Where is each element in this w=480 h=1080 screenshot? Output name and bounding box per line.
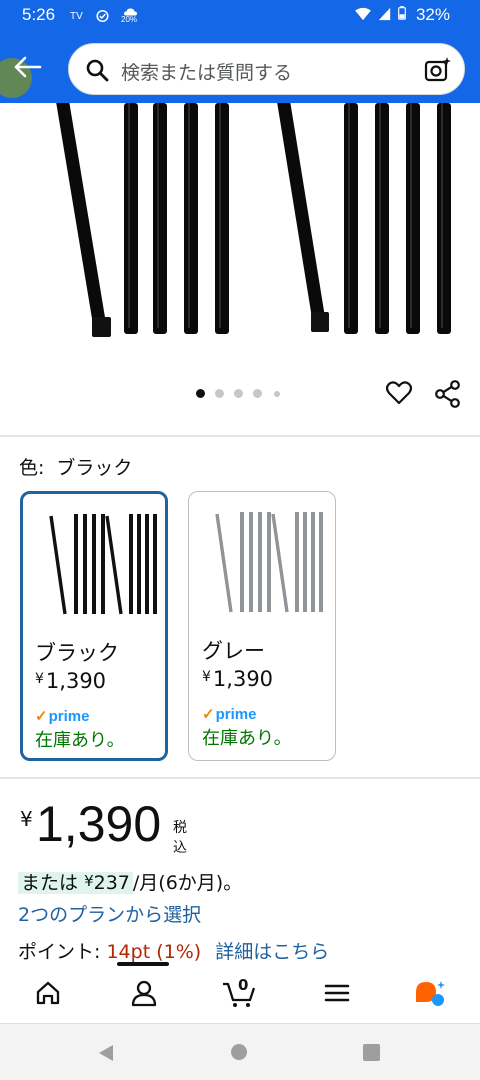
carousel-dot[interactable] <box>253 389 262 398</box>
battery-icon <box>398 6 406 20</box>
price-yen: ¥ <box>20 807 33 831</box>
carousel-dot[interactable] <box>196 389 205 398</box>
points-label: ポイント: <box>18 941 101 963</box>
installment-amount: 237 <box>93 872 130 894</box>
variation-price: ¥1,390 <box>35 669 106 693</box>
gray-poles-thumbnail <box>215 512 323 613</box>
signal-icon <box>378 7 391 21</box>
plans-link[interactable]: 2つのプランから選択 <box>18 900 201 927</box>
prime-badge: ✓prime <box>35 707 89 725</box>
cart-count: 0 <box>238 976 249 994</box>
home-icon[interactable] <box>33 978 63 1008</box>
arrow-left-icon[interactable] <box>10 52 44 82</box>
color-label-key: 色: <box>19 457 45 479</box>
prime-badge: ✓prime <box>202 705 256 723</box>
carousel-dot[interactable] <box>234 389 243 398</box>
tent-poles-image <box>56 103 451 337</box>
variation-name: ブラック <box>35 641 119 665</box>
stock-status: 在庫あり。 <box>202 728 292 749</box>
home-circle-icon[interactable] <box>229 1042 249 1062</box>
assistant-icon[interactable] <box>414 978 448 1008</box>
points-details-link[interactable]: 詳細はこちら <box>215 941 329 963</box>
account-icon[interactable] <box>129 978 159 1008</box>
status-small-label: 20% <box>121 15 138 24</box>
active-nav-indicator <box>117 962 169 966</box>
prime-check-icon: ✓ <box>35 708 48 725</box>
share-icon[interactable] <box>434 380 462 408</box>
variation-name: グレー <box>202 639 265 663</box>
variation-price-yen: ¥ <box>202 669 211 685</box>
menu-icon[interactable] <box>322 978 352 1008</box>
variation-price-amount: 1,390 <box>45 669 107 693</box>
installment-prefix: または <box>21 872 79 894</box>
installment-yen: ¥ <box>84 872 94 890</box>
points-value: 14pt <box>106 941 151 963</box>
tax-label: 税込 <box>173 820 187 856</box>
prime-label: prime <box>215 706 257 723</box>
search-icon <box>86 59 109 82</box>
system-nav-bar <box>0 1024 480 1080</box>
variation-price-amount: 1,390 <box>212 667 274 691</box>
check-circle-icon <box>96 9 109 23</box>
product-image[interactable] <box>0 103 480 423</box>
variation-price: ¥1,390 <box>202 667 273 691</box>
recents-square-icon[interactable] <box>362 1043 381 1062</box>
search-placeholder: 検索または質問する <box>121 62 293 84</box>
color-label-value: ブラック <box>56 457 133 479</box>
status-bar: 5:26 TV 20% 32% <box>0 0 480 34</box>
color-label: 色: ブラック <box>19 453 132 480</box>
carousel-dot[interactable] <box>274 391 280 397</box>
prime-check-icon: ✓ <box>202 706 215 723</box>
tv-icon: TV <box>70 11 83 22</box>
price-amount: 1,390 <box>36 796 162 852</box>
installment-highlight: または ¥237 <box>18 872 133 894</box>
section-divider <box>0 777 480 779</box>
section-divider <box>0 435 480 437</box>
svg-text:TV: TV <box>70 11 83 22</box>
search-input[interactable]: 検索または質問する <box>68 43 465 95</box>
status-time: 5:26 <box>22 5 56 24</box>
variation-option-gray[interactable]: グレー ¥1,390 ✓prime 在庫あり。 <box>188 491 336 761</box>
black-poles-thumbnail <box>49 514 157 615</box>
back-triangle-icon[interactable] <box>96 1043 116 1063</box>
prime-label: prime <box>48 708 90 725</box>
heart-icon[interactable] <box>386 380 412 406</box>
battery-percent: 32% <box>415 5 450 24</box>
carousel-dot[interactable] <box>215 389 224 398</box>
installment-info: または ¥237/月(6か月)。 <box>18 868 242 895</box>
points-percent: (1%) <box>156 941 202 963</box>
variation-price-yen: ¥ <box>35 671 44 687</box>
installment-suffix: /月(6か月)。 <box>132 872 243 894</box>
points-info: ポイント: 14pt (1%) 詳細はこちら <box>18 937 329 964</box>
stock-status: 在庫あり。 <box>35 730 125 751</box>
camera-search-icon[interactable] <box>424 56 452 84</box>
wifi-icon <box>355 7 371 21</box>
variation-option-black[interactable]: ブラック ¥1,390 ✓prime 在庫あり。 <box>20 491 168 761</box>
